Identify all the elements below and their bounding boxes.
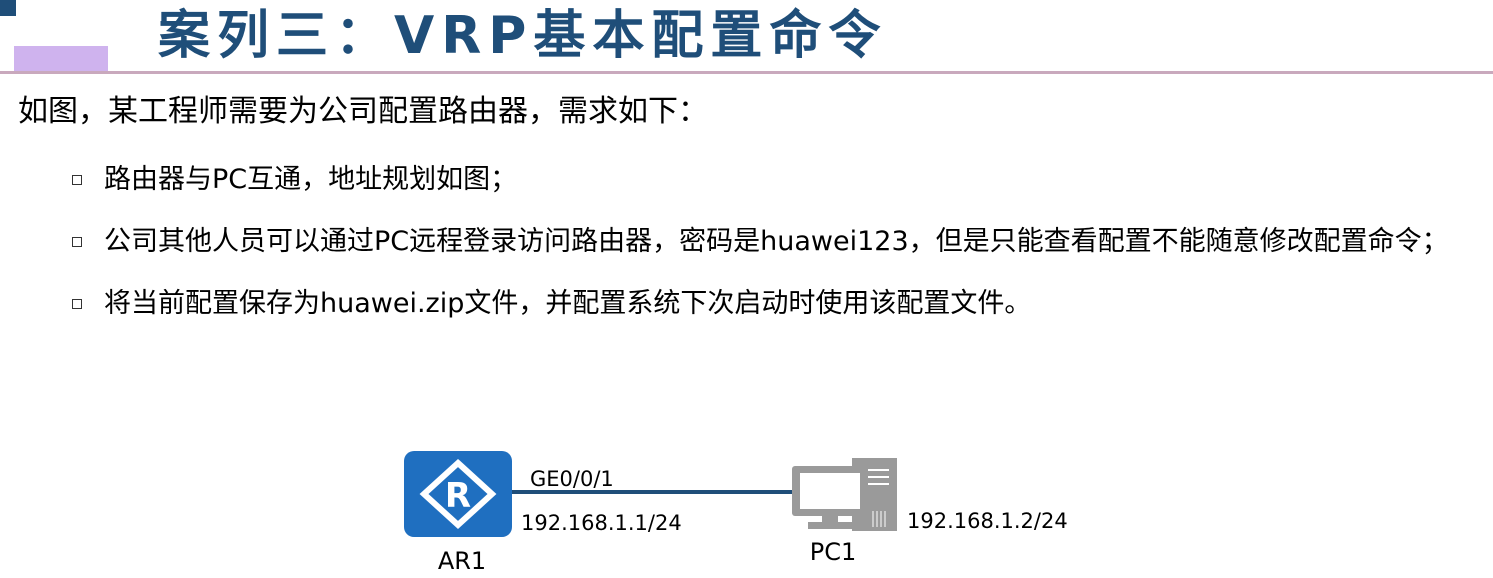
router-icon: R xyxy=(404,451,512,537)
interface-label: GE0/0/1 xyxy=(530,467,614,491)
pc-name-label: PC1 xyxy=(810,538,857,566)
router-ip-label: 192.168.1.1/24 xyxy=(521,511,682,535)
topology-diagram: R GE0/0/1 192.168.1.1/24 AR1 192.168.1.2… xyxy=(404,451,1068,575)
router-icon-letter: R xyxy=(445,476,471,516)
router-name-label: AR1 xyxy=(438,547,486,575)
pc-ip-label: 192.168.1.2/24 xyxy=(907,509,1068,533)
pc-icon xyxy=(792,458,897,531)
